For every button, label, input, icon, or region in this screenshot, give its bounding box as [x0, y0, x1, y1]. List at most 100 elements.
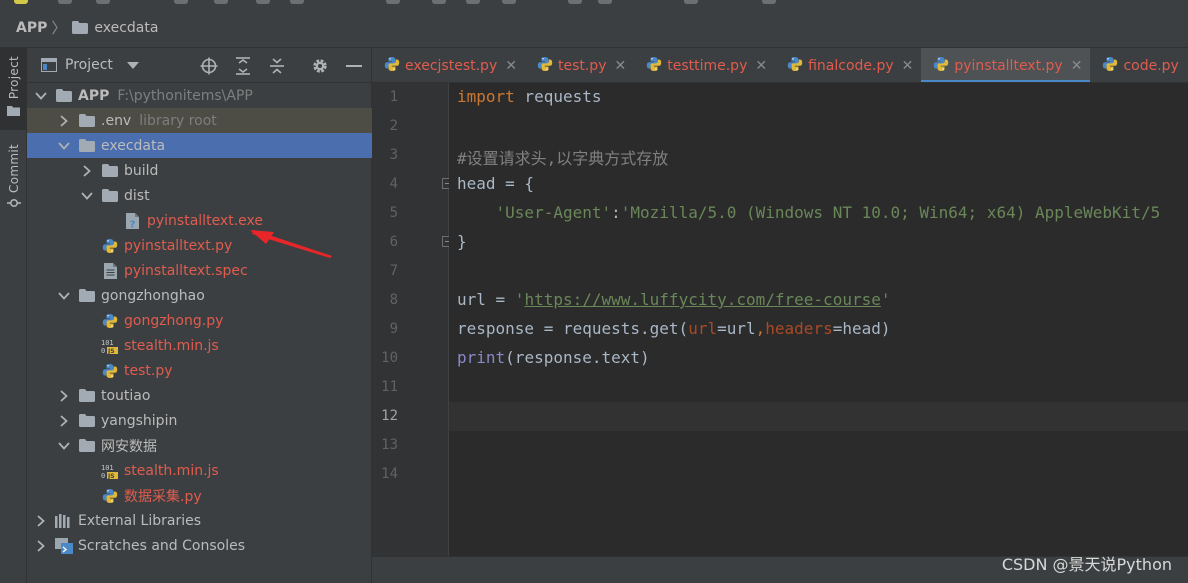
line-number: 1 [389, 89, 398, 105]
editor-tab[interactable]: pyinstalltext.py ✕ [921, 48, 1091, 82]
editor-tab[interactable]: testtime.py ✕ [634, 48, 775, 82]
close-icon[interactable]: ✕ [1071, 58, 1083, 74]
line-number: 8 [389, 292, 398, 308]
folder-icon [78, 288, 96, 304]
project-panel-header: Project [27, 48, 371, 83]
project-tool-tab[interactable]: Project [0, 48, 27, 130]
editor-tabs: execjstest.py ✕ test.py ✕ testtime.py ✕ finalc… [372, 48, 1188, 83]
chevron-down-icon[interactable] [79, 188, 95, 204]
editor-tab[interactable]: code.py✕ [1090, 48, 1188, 82]
tree-file-item[interactable]: External Libraries [27, 508, 372, 533]
tree-file-item[interactable]: test.py [27, 358, 372, 383]
tree-file-item[interactable]: 数据采集.py [27, 483, 372, 508]
menu-icon[interactable] [762, 0, 776, 4]
close-icon[interactable]: ✕ [505, 58, 517, 74]
tool-strip: Project Commit [0, 48, 27, 583]
line-number: 2 [389, 118, 398, 134]
svg-text:?: ? [130, 219, 136, 229]
hide-panel-icon[interactable] [344, 56, 364, 76]
tree-folder-item[interactable]: execdata [27, 133, 372, 158]
close-icon[interactable]: ✕ [755, 58, 767, 74]
menu-strip [0, 0, 1188, 8]
tree-file-item[interactable]: Scratches and Consoles [27, 533, 372, 558]
python-file-icon [101, 238, 119, 254]
commit-tool-tab[interactable]: Commit [0, 144, 27, 220]
folder-icon [78, 413, 96, 429]
menu-icon[interactable] [214, 0, 228, 4]
tree-folder-item[interactable]: toutiao [27, 383, 372, 408]
menu-icon[interactable] [96, 0, 110, 4]
line-number: 5 [389, 205, 398, 221]
menu-icon[interactable] [598, 0, 612, 4]
tree-folder-item[interactable]: APP F:\pythonitems\APP [27, 83, 372, 108]
menu-icon[interactable] [58, 0, 72, 4]
svg-text:101: 101 [101, 339, 114, 347]
chevron-down-icon[interactable] [56, 288, 72, 304]
tree-file-item[interactable]: 101 0 JS stealth.min.js [27, 333, 372, 358]
breadcrumb-separator: 〉 [51, 19, 67, 37]
python-file-icon [933, 56, 949, 76]
chevron-down-icon[interactable] [33, 88, 49, 104]
menu-icon[interactable] [386, 0, 400, 4]
collapse-all-icon[interactable] [267, 56, 287, 76]
expand-all-icon[interactable] [233, 56, 253, 76]
tree-item-label: build [124, 162, 159, 179]
menu-icon[interactable] [290, 0, 304, 4]
menu-icon[interactable] [466, 0, 480, 4]
menu-icon[interactable] [432, 0, 446, 4]
editor-tab[interactable]: execjstest.py ✕ [372, 48, 525, 82]
menu-icon[interactable] [568, 0, 582, 4]
libraries-icon [55, 513, 73, 529]
breadcrumb-root[interactable]: APP [16, 20, 47, 36]
code-editor[interactable]: import requests #设置请求头,以字典方式存放 head = { … [449, 83, 1188, 583]
url-link[interactable]: https://www.luffycity.com/free-course [524, 290, 880, 309]
menu-icon[interactable] [174, 0, 188, 4]
javascript-file-icon: 101 0 JS [101, 463, 119, 479]
locate-file-icon[interactable] [199, 56, 219, 76]
tree-file-item[interactable]: 101 0 JS stealth.min.js [27, 458, 372, 483]
chevron-right-icon[interactable] [56, 113, 72, 129]
line-number: 7 [389, 263, 398, 279]
gear-icon[interactable] [310, 56, 330, 76]
menu-icon[interactable] [684, 0, 698, 4]
folder-icon [78, 388, 96, 404]
chevron-right-icon[interactable] [33, 513, 49, 529]
chevron-right-icon[interactable] [56, 388, 72, 404]
tree-file-item[interactable]: gongzhong.py [27, 308, 372, 333]
svg-text:101: 101 [101, 464, 114, 472]
editor-tab[interactable]: test.py ✕ [525, 48, 634, 82]
svg-text:JS: JS [107, 348, 115, 354]
tree-item-label: Scratches and Consoles [78, 537, 245, 554]
app-logo-icon [14, 0, 28, 4]
tree-item-label: gongzhong.py [124, 312, 224, 329]
code-line-5: 'User-Agent':'Mozilla/5.0 (Windows NT 10… [495, 203, 1161, 222]
chevron-down-icon[interactable] [56, 138, 72, 154]
close-icon[interactable]: ✕ [614, 58, 626, 74]
code-line-9: response = requests.get(url=url,headers=… [457, 319, 891, 338]
folder-icon [78, 438, 96, 454]
tree-folder-item[interactable]: gongzhonghao [27, 283, 372, 308]
code-line-3: #设置请求头,以字典方式存放 [457, 149, 669, 168]
menu-icon[interactable] [502, 0, 516, 4]
menu-icon[interactable] [256, 0, 270, 4]
project-view-selector[interactable]: Project [65, 57, 113, 73]
chevron-down-icon[interactable] [56, 438, 72, 454]
chevron-right-icon[interactable] [56, 413, 72, 429]
tree-folder-item[interactable]: dist [27, 183, 372, 208]
tree-folder-item[interactable]: .env library root [27, 108, 372, 133]
tree-folder-item[interactable]: 网安数据 [27, 433, 372, 458]
tree-folder-item[interactable]: build [27, 158, 372, 183]
close-icon[interactable]: ✕ [902, 58, 914, 74]
chevron-down-icon[interactable] [126, 61, 139, 69]
breadcrumb-folder[interactable]: execdata [72, 20, 158, 36]
editor-tab[interactable]: finalcode.py ✕ [775, 48, 921, 82]
chevron-right-icon[interactable] [79, 163, 95, 179]
tree-folder-item[interactable]: yangshipin [27, 408, 372, 433]
line-number: 9 [389, 321, 398, 337]
python-file-icon [537, 56, 553, 76]
chevron-right-icon[interactable] [33, 538, 49, 554]
watermark: CSDN @景天说Python [1001, 555, 1172, 574]
